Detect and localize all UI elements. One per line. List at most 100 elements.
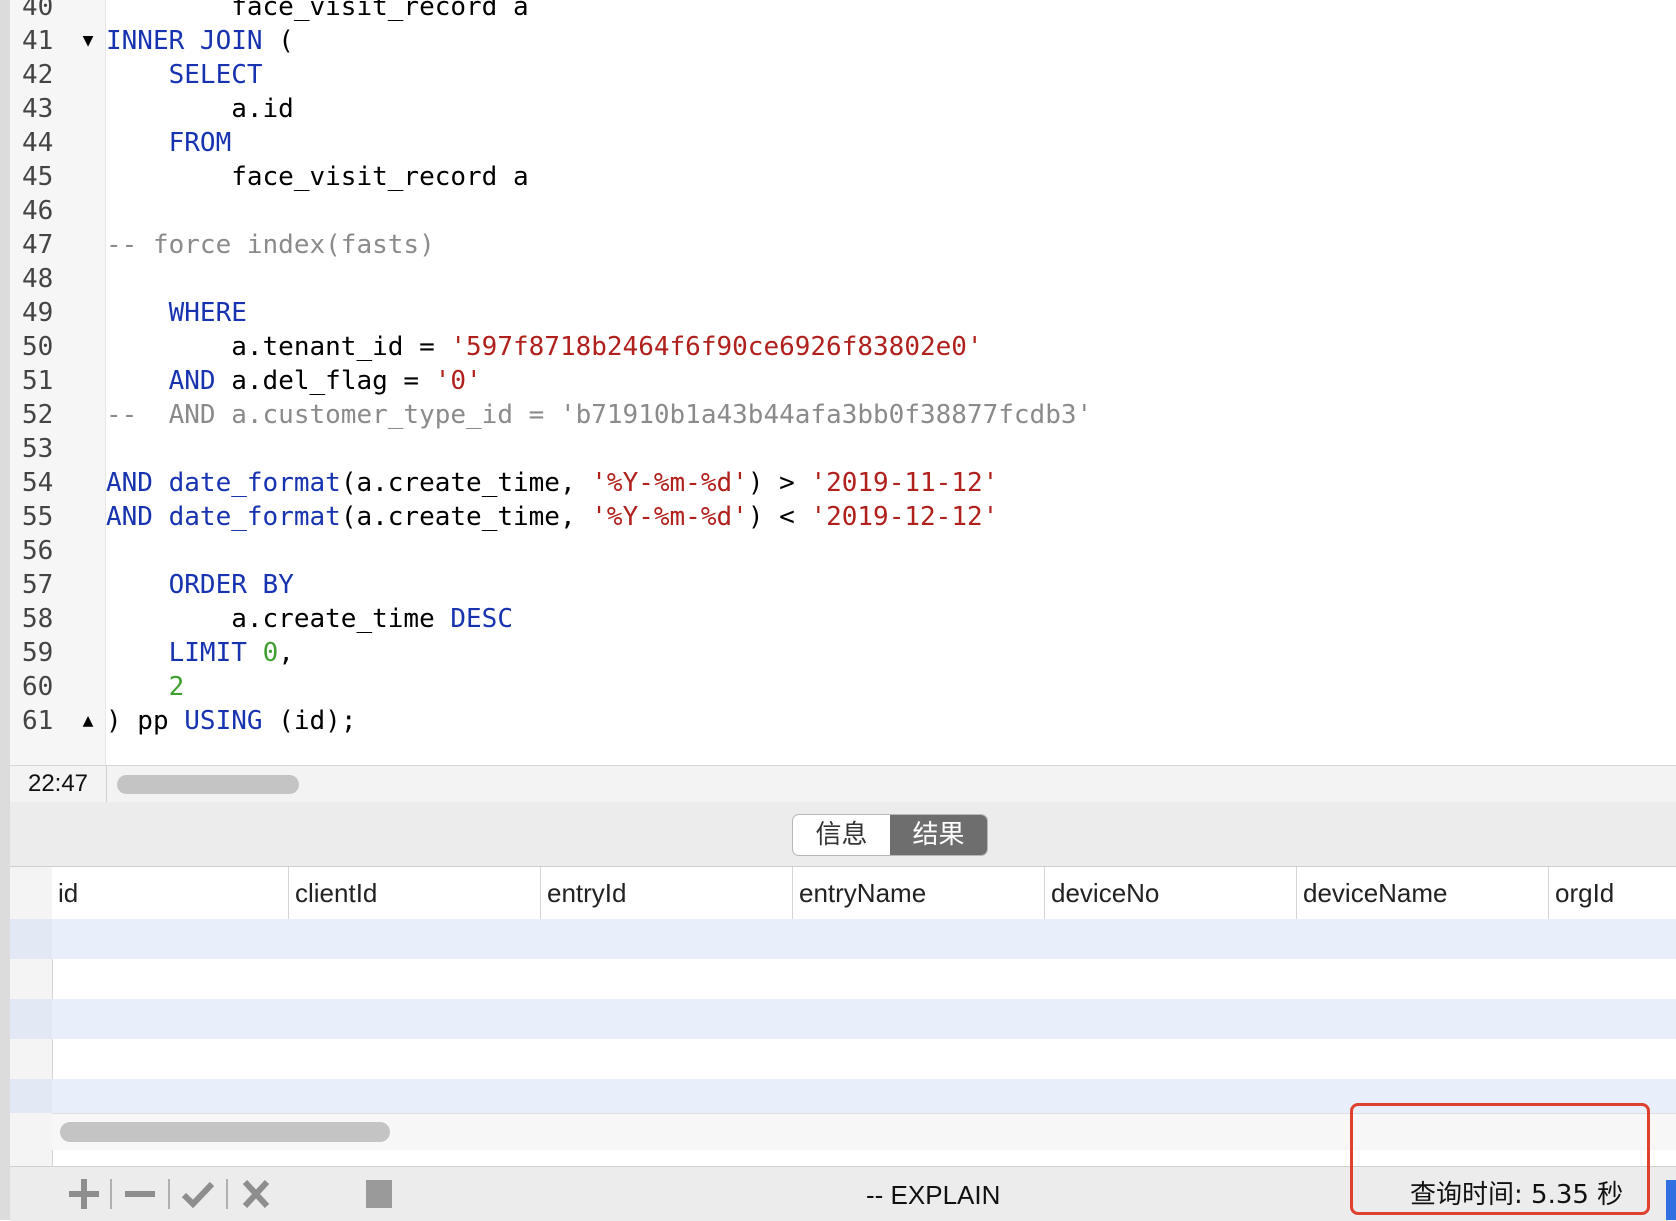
grid-header: id clientId entryId entryName deviceNo d… xyxy=(52,867,1676,920)
code-token: WHERE xyxy=(168,298,247,328)
code-token: -- force index(fasts) xyxy=(106,230,435,260)
code-line[interactable]: 43 a.id xyxy=(10,92,1660,126)
scrollbar-thumb[interactable] xyxy=(60,1122,390,1142)
line-number: 53 xyxy=(22,434,54,464)
tab-info[interactable]: 信息 xyxy=(793,815,890,855)
code-text: AND date_format(a.create_time, '%Y-%m-%d… xyxy=(106,466,998,500)
line-number: 56 xyxy=(22,536,54,566)
row-header-column xyxy=(10,867,53,1167)
code-token: -- AND a.customer_type_id = 'b71910b1a43… xyxy=(106,400,1093,430)
annotation-highlight-box xyxy=(1350,1103,1650,1215)
code-text: WHERE xyxy=(106,296,247,330)
line-number: 50 xyxy=(22,332,54,362)
code-token: a.del_flag = xyxy=(215,366,435,396)
column-header-clientId[interactable]: clientId xyxy=(288,867,540,919)
explain-label[interactable]: -- EXPLAIN xyxy=(866,1177,1000,1213)
line-number: 51 xyxy=(22,366,54,396)
cancel-icon[interactable] xyxy=(238,1177,274,1211)
code-token: '597f8718b2464f6f90ce6926f83802e0' xyxy=(450,332,983,362)
row-header[interactable] xyxy=(10,959,52,999)
sql-editor[interactable]: 40 face_visit_record a 41 ▼ INNER JOIN (42 … xyxy=(10,0,1676,765)
code-text: -- force index(fasts) xyxy=(106,228,435,262)
code-token: 2 xyxy=(168,672,185,702)
code-token: '2019-11-12' xyxy=(810,468,999,498)
code-line[interactable]: 48 xyxy=(10,262,1660,296)
code-line[interactable]: 41 ▼ INNER JOIN ( xyxy=(10,24,1660,58)
code-line[interactable]: 54 AND date_format(a.create_time, '%Y-%m-… xyxy=(10,466,1660,500)
line-number: 45 xyxy=(22,162,54,192)
code-line[interactable]: 61 ▲) pp USING (id); xyxy=(10,704,1660,738)
code-text: 2 xyxy=(106,670,185,704)
code-token: (id); xyxy=(262,706,357,736)
code-token: AND xyxy=(106,468,153,498)
code-token: (a.create_time, xyxy=(340,502,592,532)
code-line[interactable]: 59 LIMIT 0, xyxy=(10,636,1660,670)
code-token: AND xyxy=(168,366,216,396)
code-token: ) < xyxy=(747,502,811,532)
line-number: 44 xyxy=(22,128,54,158)
code-line[interactable]: 49 WHERE xyxy=(10,296,1660,330)
add-icon[interactable] xyxy=(66,1177,102,1211)
code-token: '%Y-%m-%d' xyxy=(591,502,748,532)
code-token: 0 xyxy=(262,638,279,668)
code-line[interactable]: 53 xyxy=(10,432,1660,466)
check-icon[interactable] xyxy=(180,1177,216,1211)
stop-icon[interactable] xyxy=(364,1177,394,1211)
code-line[interactable]: 50 a.tenant_id = '597f8718b2464f6f90ce69… xyxy=(10,330,1660,364)
code-line[interactable]: 56 xyxy=(10,534,1660,568)
code-line[interactable]: 57 ORDER BY xyxy=(10,568,1660,602)
line-number: 43 xyxy=(22,94,54,124)
editor-horizontal-scrollbar[interactable] xyxy=(117,775,299,794)
column-header-deviceNo[interactable]: deviceNo xyxy=(1044,867,1296,919)
column-header-deviceName[interactable]: deviceName xyxy=(1296,867,1548,919)
table-row[interactable] xyxy=(52,919,1676,959)
code-line[interactable]: 55 AND date_format(a.create_time, '%Y-%m-… xyxy=(10,500,1660,534)
code-line[interactable]: 44 FROM xyxy=(10,126,1660,160)
code-line[interactable]: 51 AND a.del_flag = '0' xyxy=(10,364,1660,398)
fold-down-icon[interactable]: ▼ xyxy=(76,24,100,58)
code-line[interactable]: 60 2 xyxy=(10,670,1660,704)
code-line[interactable]: 42 SELECT xyxy=(10,58,1660,92)
line-number: 41 xyxy=(22,26,54,56)
column-header-orgId[interactable]: orgId xyxy=(1548,867,1676,919)
row-header[interactable] xyxy=(10,1079,52,1113)
code-line[interactable]: 47 -- force index(fasts) xyxy=(10,228,1660,262)
column-header-entryName[interactable]: entryName xyxy=(792,867,1044,919)
code-line[interactable]: 58 a.create_time DESC xyxy=(10,602,1660,636)
line-number: 58 xyxy=(22,604,54,634)
tab-results[interactable]: 结果 xyxy=(890,815,987,855)
code-text: face_visit_record a xyxy=(106,0,528,24)
table-row[interactable] xyxy=(52,999,1676,1039)
row-header[interactable] xyxy=(10,1039,52,1079)
line-number: 57 xyxy=(22,570,54,600)
line-number: 52 xyxy=(22,400,54,430)
code-line[interactable]: 46 xyxy=(10,194,1660,228)
code-text: AND date_format(a.create_time, '%Y-%m-%d… xyxy=(106,500,998,534)
code-text: a.tenant_id = '597f8718b2464f6f90ce6926f… xyxy=(106,330,983,364)
row-header[interactable] xyxy=(10,999,52,1039)
remove-icon[interactable] xyxy=(122,1177,158,1211)
code-token: '%Y-%m-%d' xyxy=(591,468,748,498)
line-number: 59 xyxy=(22,638,54,668)
column-header-entryId[interactable]: entryId xyxy=(540,867,792,919)
line-number: 49 xyxy=(22,298,54,328)
table-row[interactable] xyxy=(52,959,1676,999)
table-row[interactable] xyxy=(52,1039,1676,1079)
code-text: FROM xyxy=(106,126,232,160)
code-line[interactable]: 45 face_visit_record a xyxy=(10,160,1660,194)
column-header-id[interactable]: id xyxy=(52,867,288,919)
code-text: SELECT xyxy=(106,58,263,92)
fold-up-icon[interactable]: ▲ xyxy=(76,704,100,738)
line-number: 42 xyxy=(22,60,54,90)
code-line[interactable]: 52 -- AND a.customer_type_id = 'b71910b1a… xyxy=(10,398,1660,432)
code-token: face_visit_record a xyxy=(106,162,529,192)
code-token: a.tenant_id = xyxy=(106,332,451,362)
code-text: -- AND a.customer_type_id = 'b71910b1a43… xyxy=(106,398,1092,432)
row-header[interactable] xyxy=(10,919,52,959)
code-line[interactable]: 40 face_visit_record a xyxy=(10,0,1660,24)
